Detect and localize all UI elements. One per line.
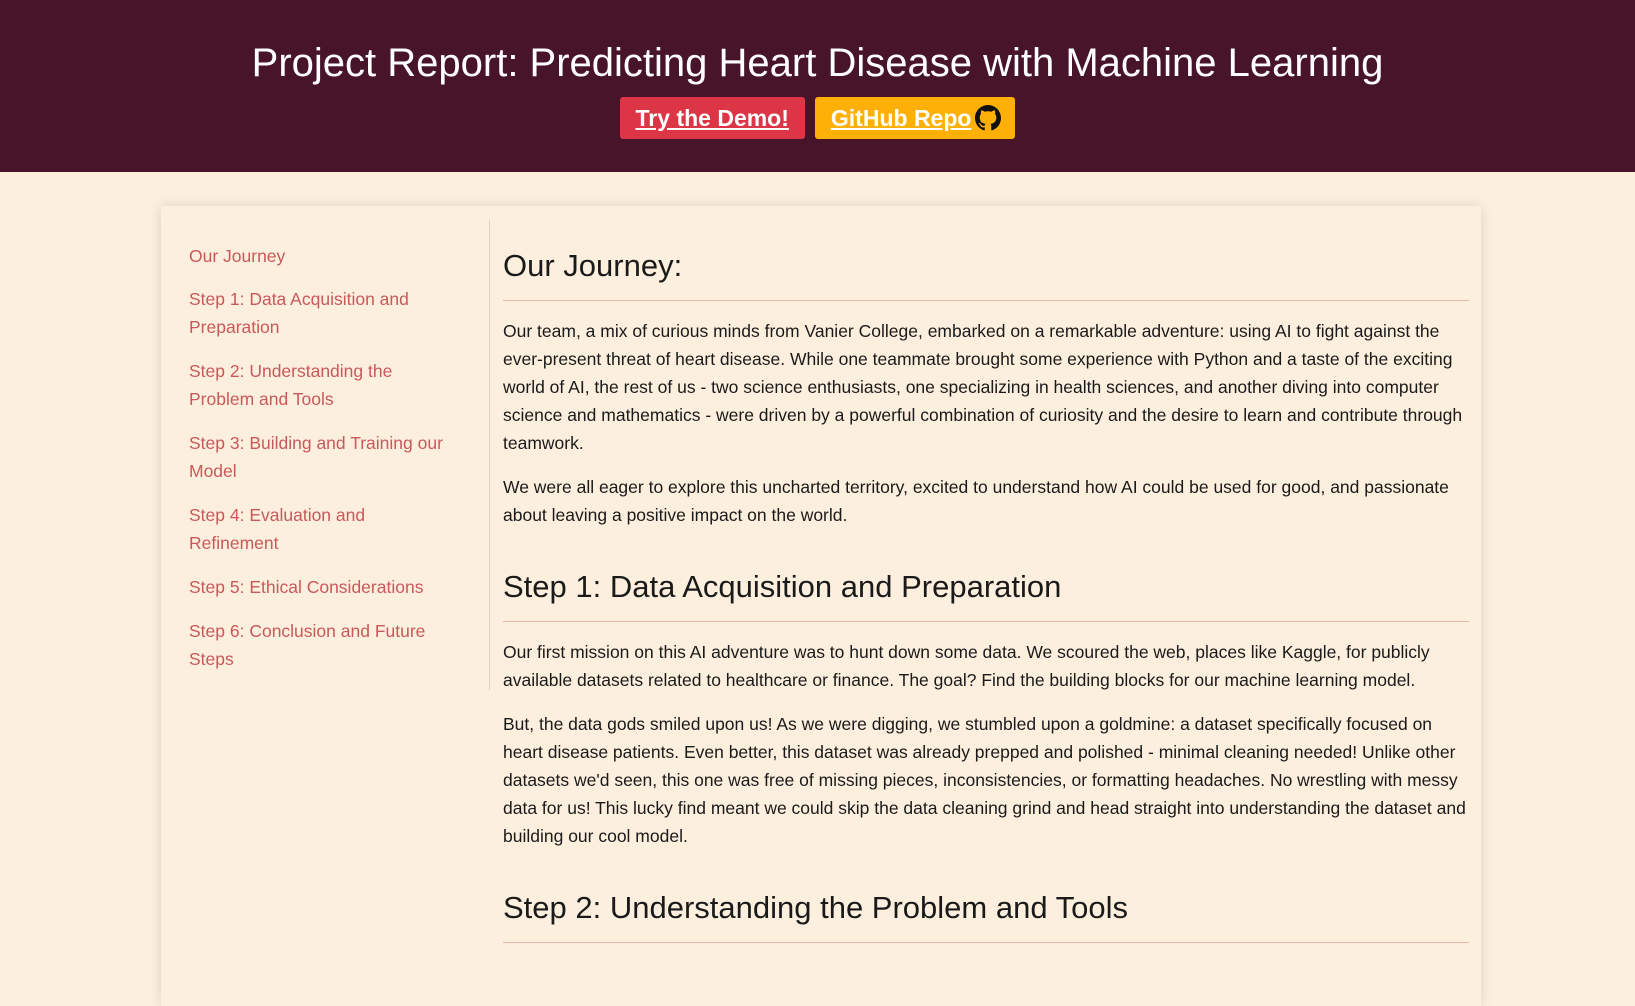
try-demo-button[interactable]: Try the Demo! xyxy=(619,97,805,139)
section-our-journey: Our Journey: Our team, a mix of curious … xyxy=(503,246,1469,529)
section-step-2: Step 2: Understanding the Problem and To… xyxy=(503,888,1469,943)
sidebar-item-step-5[interactable]: Step 5: Ethical Considerations xyxy=(189,573,454,601)
page-header: Project Report: Predicting Heart Disease… xyxy=(0,0,1635,172)
section-paragraph: But, the data gods smiled upon us! As we… xyxy=(503,714,1466,846)
sidebar-item-step-1[interactable]: Step 1: Data Acquisition and Preparation xyxy=(189,285,454,341)
report-card: Our Journey Step 1: Data Acquisition and… xyxy=(161,206,1481,1006)
sidebar-toc: Our Journey Step 1: Data Acquisition and… xyxy=(161,220,490,690)
header-buttons: Try the Demo! GitHub Repo xyxy=(0,97,1635,139)
section-heading: Step 2: Understanding the Problem and To… xyxy=(503,888,1469,943)
section-paragraph: We were all eager to explore this unchar… xyxy=(503,477,1449,525)
sidebar-item-step-6[interactable]: Step 6: Conclusion and Future Steps xyxy=(189,617,454,673)
github-repo-button[interactable]: GitHub Repo xyxy=(814,97,1016,139)
section-paragraph: Our team, a mix of curious minds from Va… xyxy=(503,321,1463,453)
main-content: Our Journey: Our team, a mix of curious … xyxy=(503,246,1469,981)
sidebar-item-our-journey[interactable]: Our Journey xyxy=(189,242,454,270)
section-step-1: Step 1: Data Acquisition and Preparation… xyxy=(503,567,1469,850)
section-heading: Step 1: Data Acquisition and Preparation xyxy=(503,567,1469,622)
github-icon xyxy=(975,105,1002,131)
github-repo-label: GitHub Repo xyxy=(830,104,972,131)
section-paragraph: Our first mission on this AI adventure w… xyxy=(503,642,1430,690)
sidebar-item-step-2[interactable]: Step 2: Understanding the Problem and To… xyxy=(189,357,454,413)
section-heading: Our Journey: xyxy=(503,246,1469,301)
sidebar-item-step-4[interactable]: Step 4: Evaluation and Refinement xyxy=(189,501,454,557)
sidebar-item-step-3[interactable]: Step 3: Building and Training our Model xyxy=(189,429,454,485)
page-title: Project Report: Predicting Heart Disease… xyxy=(251,41,1384,85)
